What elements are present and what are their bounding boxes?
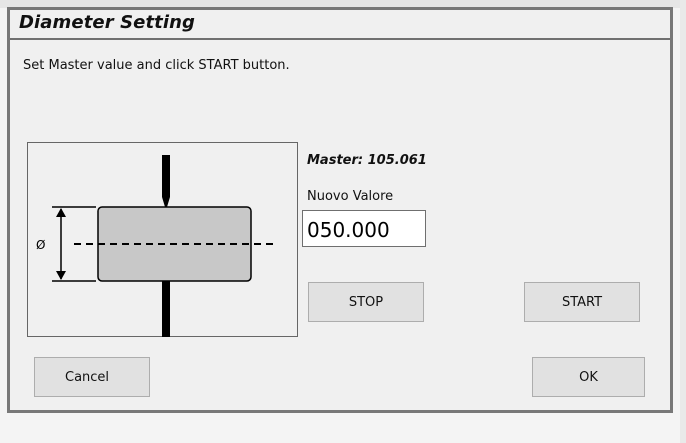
new-value-label: Nuovo Valore (307, 189, 394, 204)
diameter-setting-dialog: Diameter Setting Set Master value and cl… (7, 7, 673, 413)
title-divider (10, 38, 670, 40)
instruction-text: Set Master value and click START button. (23, 58, 290, 73)
diameter-diagram: Ø (27, 142, 298, 337)
diameter-diagram-svg: Ø (36, 155, 277, 337)
diameter-symbol: Ø (36, 238, 45, 252)
dialog-title-bar: Diameter Setting (10, 10, 670, 37)
start-button[interactable]: START (524, 282, 640, 322)
cancel-button[interactable]: Cancel (34, 357, 150, 397)
top-probe-icon (162, 155, 170, 207)
stop-button[interactable]: STOP (308, 282, 424, 322)
new-value-input[interactable] (302, 210, 426, 247)
ok-button[interactable]: OK (532, 357, 645, 397)
diameter-dimension-arrow-icon (56, 208, 66, 280)
master-value-label: Master: 105.061 (307, 153, 427, 168)
window-right-strip (680, 0, 686, 443)
dialog-title: Diameter Setting (19, 12, 196, 33)
